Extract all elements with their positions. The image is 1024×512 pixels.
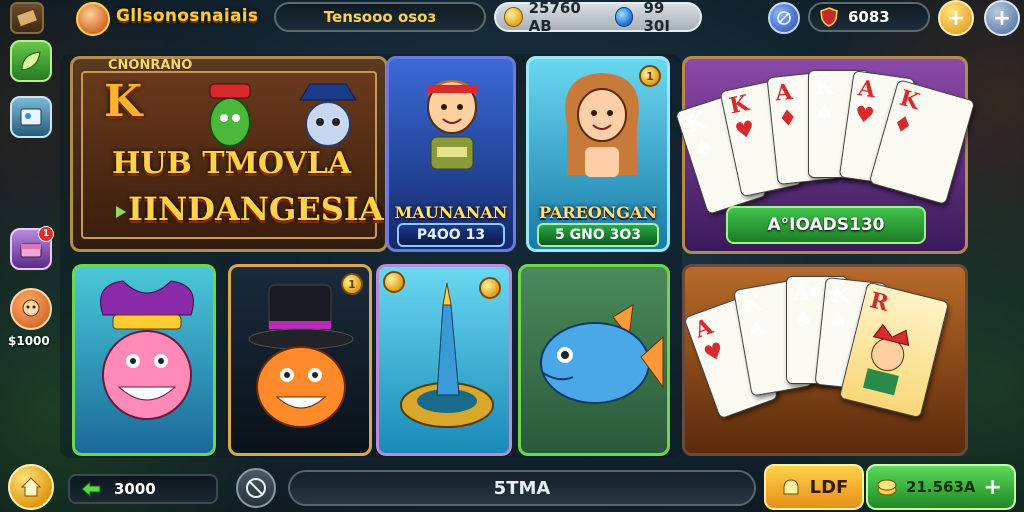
slot-game-card[interactable] [72, 264, 216, 456]
chest-icon [20, 243, 42, 258]
center-status-bar[interactable]: 5TMA [288, 470, 756, 506]
yellow-action-label: LDF [809, 476, 849, 498]
bottom-bar: 3000 5TMA LDF 21.563A + [0, 460, 1024, 512]
gem-icon [614, 7, 634, 27]
featured-title-line1: HUB TMOVLA [112, 146, 352, 181]
menu-tile-button[interactable] [10, 2, 44, 34]
game-logo-text: Gllsonosnaiais [116, 6, 259, 26]
play-arrow-icon [116, 206, 126, 218]
slot-game-card[interactable] [376, 264, 512, 456]
card-rank: A [856, 75, 878, 104]
gem-balance: 99 30I [643, 0, 670, 35]
notification-badge: 1 [38, 226, 54, 242]
coin-icon [479, 277, 501, 299]
shield-icon [820, 7, 838, 27]
green-balance-value: 21.563A [906, 478, 976, 496]
green-balance-button[interactable]: 21.563A + [866, 464, 1016, 510]
queen-face-icon [862, 323, 910, 396]
golden-horn-icon [400, 282, 494, 428]
plus-icon: + [992, 5, 1012, 31]
bottom-balance: 3000 [114, 480, 156, 498]
globe-button[interactable] [768, 2, 800, 34]
character-name: MAUNANAN [394, 203, 508, 222]
plus-icon: + [983, 474, 1002, 500]
jester-fish-icon [100, 280, 194, 420]
poker-play-button[interactable]: A°IOADS130 [726, 206, 926, 244]
avatar[interactable] [76, 2, 110, 36]
leaf-icon [21, 51, 41, 71]
status-text: Tensooo osoз [323, 8, 437, 26]
card-rank: K [896, 84, 923, 116]
top-bar: Gllsonosnaiais Tensooo osoз 25760 AB 99 … [0, 0, 1024, 38]
coin-icon [383, 271, 405, 293]
character-sub-pill: 5 GNO 3O3 [537, 223, 659, 247]
girl-character-icon [565, 73, 639, 177]
character-game-card[interactable]: 1 PAREONGAN 5 GNO 3O3 [526, 56, 670, 252]
featured-characters-icon [209, 83, 357, 147]
yellow-action-button[interactable]: LDF [764, 464, 864, 510]
side-gift-button[interactable] [10, 40, 52, 82]
hand-icon [783, 479, 799, 495]
coin-stack-icon [877, 479, 897, 496]
coin-icon: 1 [341, 273, 363, 295]
add-coins-button[interactable]: + [938, 0, 974, 36]
block-button[interactable] [236, 468, 276, 508]
featured-big-letter: K [104, 76, 143, 127]
character-icon [22, 299, 40, 317]
coin-balance: 25760 AB [528, 0, 581, 35]
character-sub-pill: P4OO 13 [397, 223, 505, 247]
picture-icon [20, 108, 42, 126]
featured-small-title: CNONRANO [108, 58, 193, 73]
status-pill: Tensooo osoз [274, 2, 486, 32]
cash-icon [81, 480, 101, 498]
slot-game-card[interactable] [518, 264, 670, 456]
shield-value: 6083 [848, 8, 890, 26]
coin-icon: 1 [639, 65, 661, 87]
center-label: 5TMA [493, 477, 551, 499]
card-rank: A [773, 78, 794, 107]
home-icon [20, 477, 42, 497]
sidebar-balance: $1000 [8, 334, 50, 348]
currency-pill[interactable]: 25760 AB 99 30I [494, 0, 702, 35]
shield-pill[interactable]: 6083 [808, 2, 930, 32]
balance-pill[interactable]: 3000 [68, 474, 218, 504]
card-rank: K [682, 107, 709, 139]
map-icon [15, 8, 39, 28]
card-rank: K [740, 289, 765, 319]
side-character-button[interactable] [10, 288, 52, 330]
blue-fish-icon [540, 304, 664, 404]
top-hat-fish-icon [248, 284, 354, 428]
card-rank: K [727, 90, 752, 120]
home-button[interactable] [8, 464, 54, 510]
card-rank: A [691, 313, 717, 344]
side-picture-button[interactable] [10, 96, 52, 138]
character-name: PAREONGAN [538, 203, 658, 222]
slot-game-card[interactable]: 1 [228, 264, 372, 456]
character-game-card[interactable]: MAUNANAN P4OO 13 [386, 56, 516, 252]
plus-icon: + [946, 5, 966, 31]
ban-icon [246, 478, 266, 498]
globe-icon [777, 11, 791, 25]
featured-title-line2: IINDANGESIA [128, 190, 384, 228]
girl-character-icon [427, 80, 477, 170]
side-chest-button[interactable]: 1 [10, 226, 54, 270]
card-rank: K [815, 74, 835, 100]
card-rank: K [829, 281, 852, 310]
add-button[interactable]: + [984, 0, 1020, 36]
coin-icon [504, 7, 523, 27]
